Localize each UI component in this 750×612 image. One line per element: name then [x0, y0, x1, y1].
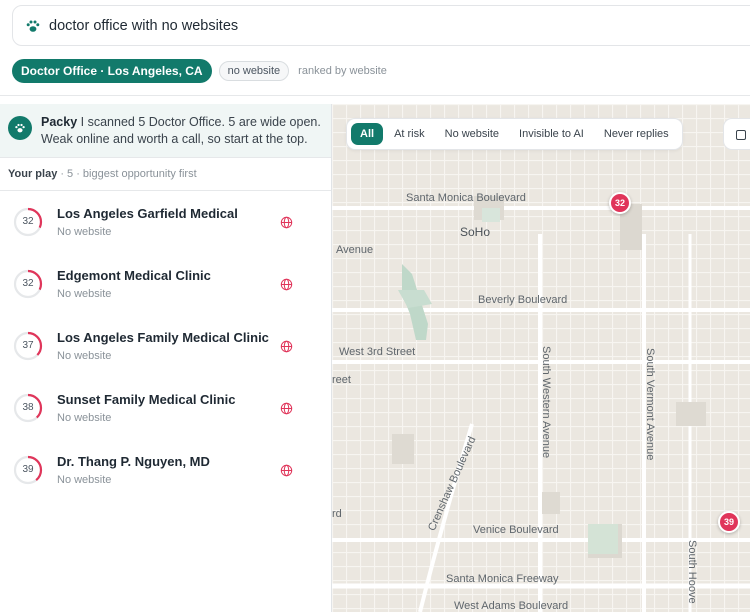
map-label: Venice Boulevard [473, 524, 559, 536]
score-ring: 39 [13, 455, 43, 485]
filter-never-replies-button[interactable]: Never replies [595, 123, 678, 145]
website-status: No website [57, 226, 112, 238]
play-header: Your play · 5 · biggest opportunity firs… [0, 158, 331, 191]
map-label: Avenue [336, 244, 374, 256]
map-label: South Vermont Avenue [644, 348, 656, 461]
map-label: rd [332, 508, 342, 520]
list-item[interactable]: 39 Dr. Thang P. Nguyen, MD No website [0, 439, 331, 501]
website-status: No website [57, 350, 112, 362]
paw-icon [15, 123, 25, 133]
map-label: South Western Avenue [540, 346, 552, 459]
business-name[interactable]: Dr. Thang P. Nguyen, MD [57, 454, 210, 469]
list-item[interactable]: 32 Edgemont Medical Clinic No website [0, 253, 331, 315]
assistant-text: Packy I scanned 5 Doctor Office. 5 are w… [41, 114, 321, 157]
map-toggle-button[interactable] [723, 118, 750, 150]
assistant-avatar [8, 116, 32, 140]
filter-bar: All At risk No website Invisible to AI N… [346, 118, 683, 150]
score-value: 32 [22, 216, 34, 227]
list-item[interactable]: 32 Los Angeles Garfield Medical No websi… [0, 191, 331, 253]
map-label: Santa Monica Boulevard [406, 192, 526, 204]
filter-no-website-button[interactable]: No website [436, 123, 508, 145]
business-name[interactable]: Los Angeles Garfield Medical [57, 206, 238, 221]
square-icon [736, 130, 746, 140]
score-ring: 37 [13, 331, 43, 361]
business-name[interactable]: Los Angeles Family Medical Clinic [57, 330, 269, 345]
score-ring: 38 [13, 393, 43, 423]
search-query[interactable]: doctor office with no websites [49, 18, 238, 34]
filter-all-button[interactable]: All [351, 123, 384, 145]
filter-invisible-ai-button[interactable]: Invisible to AI [510, 123, 593, 145]
list-item[interactable]: 37 Los Angeles Family Medical Clinic No … [0, 315, 331, 377]
score-value: 37 [22, 340, 34, 351]
business-name[interactable]: Edgemont Medical Clinic [57, 268, 211, 283]
globe-icon[interactable] [280, 402, 293, 415]
filter-chip-no-website[interactable]: no website [218, 61, 290, 81]
website-status: No website [57, 474, 112, 486]
filter-at-risk-button[interactable]: At risk [385, 123, 434, 145]
assistant-body: I scanned 5 Doctor Office. 5 are wide op… [41, 115, 321, 146]
website-status: No website [57, 412, 112, 424]
map-label: Santa Monica Freeway [446, 573, 559, 585]
play-label: Your play [8, 168, 58, 180]
map-pin[interactable]: 39 [718, 511, 740, 533]
globe-icon[interactable] [280, 464, 293, 477]
map-view[interactable]: Santa Monica Boulevard SoHo Avenue Bever… [332, 104, 750, 612]
location-chip[interactable]: Doctor Office · Los Angeles, CA [12, 59, 212, 83]
score-value: 39 [22, 464, 34, 475]
globe-icon[interactable] [280, 278, 293, 291]
top-bar: doctor office with no websites Doctor Of… [0, 0, 750, 96]
chip-row: Doctor Office · Los Angeles, CA no websi… [12, 59, 387, 83]
map-label: SoHo [460, 225, 491, 239]
score-value: 32 [22, 278, 34, 289]
paw-icon [26, 20, 40, 32]
globe-icon[interactable] [280, 216, 293, 229]
results-list: 32 Los Angeles Garfield Medical No websi… [0, 191, 331, 501]
list-item[interactable]: 38 Sunset Family Medical Clinic No websi… [0, 377, 331, 439]
globe-icon[interactable] [280, 340, 293, 353]
map-label: West 3rd Street [339, 346, 416, 358]
map-label: South Hoove [686, 540, 698, 604]
ranking-hint: ranked by website [298, 65, 387, 77]
score-value: 38 [22, 402, 34, 413]
business-name[interactable]: Sunset Family Medical Clinic [57, 392, 235, 407]
assistant-message: Packy I scanned 5 Doctor Office. 5 are w… [0, 104, 331, 158]
assistant-name: Packy [41, 115, 78, 129]
score-ring: 32 [13, 207, 43, 237]
map-label: Beverly Boulevard [478, 294, 568, 306]
map-pin[interactable]: 32 [609, 192, 631, 214]
search-bar[interactable]: doctor office with no websites [12, 5, 750, 46]
play-summary: · 5 · biggest opportunity first [60, 168, 197, 180]
map-label: reet [332, 374, 351, 386]
results-panel: Packy I scanned 5 Doctor Office. 5 are w… [0, 104, 332, 612]
score-ring: 32 [13, 269, 43, 299]
website-status: No website [57, 288, 112, 300]
map-label: West Adams Boulevard [454, 600, 569, 612]
